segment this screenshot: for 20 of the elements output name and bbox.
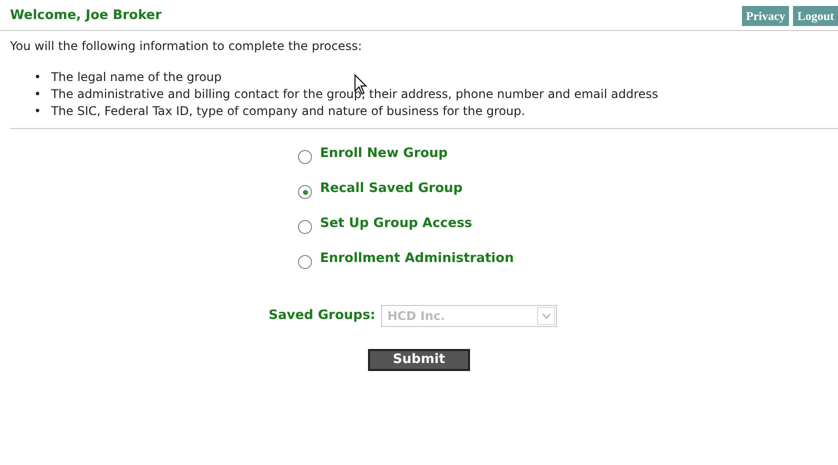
requirement-item: The administrative and billing contact for the group, their address, phone number and email address: [51, 87, 658, 101]
radio-button[interactable]: [298, 255, 312, 269]
bullet: •: [34, 69, 42, 86]
radio-button[interactable]: [298, 220, 312, 234]
bullet: •: [34, 103, 42, 120]
intro-text: You will the following information to complete the process:: [9, 38, 363, 55]
requirement-item: The SIC, Federal Tax ID, type of company and nature of business for the group.: [51, 104, 526, 118]
header-link[interactable]: Logout: [793, 6, 838, 26]
saved-groups-label: Saved Groups:: [268, 307, 376, 326]
option-label[interactable]: Enrollment Administration: [320, 248, 514, 268]
requirement-item: The legal name of the group: [51, 70, 222, 84]
welcome-title: Welcome, Joe Broker: [10, 7, 162, 26]
header-link[interactable]: Privacy: [742, 6, 790, 26]
bullet: •: [34, 86, 42, 103]
radio-button[interactable]: [298, 150, 312, 164]
option-label[interactable]: Set Up Group Access: [320, 214, 472, 234]
option-label[interactable]: Recall Saved Group: [320, 178, 463, 198]
option-label[interactable]: Enroll New Group: [320, 144, 448, 164]
radio-button[interactable]: [298, 185, 312, 199]
submit-button[interactable]: Submit: [368, 349, 470, 371]
